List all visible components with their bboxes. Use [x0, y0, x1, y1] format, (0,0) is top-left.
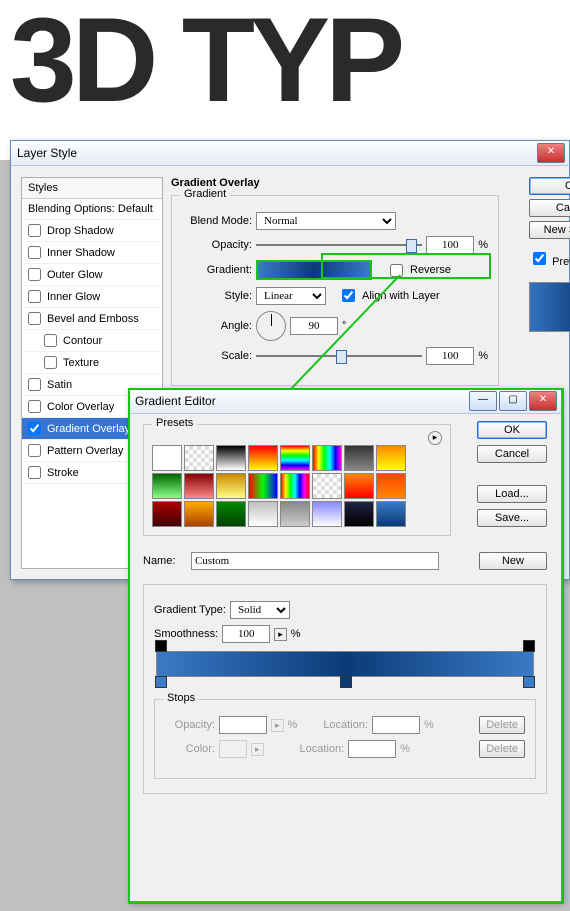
new-style-button[interactable]: New Style... [529, 221, 570, 239]
ok-button[interactable]: OK [529, 177, 570, 195]
preset-swatch[interactable] [248, 473, 278, 499]
style-checkbox[interactable] [44, 356, 57, 369]
chevron-down-icon[interactable]: ▸ [274, 628, 287, 641]
artwork-text: 3D TYP3D TYP [10, 0, 400, 120]
new-gradient-button[interactable]: New [479, 552, 547, 570]
preview-checkbox[interactable] [533, 252, 546, 265]
preset-swatch[interactable] [152, 501, 182, 527]
gradient-type-select[interactable]: Solid [230, 601, 290, 619]
style-checkbox[interactable] [28, 224, 41, 237]
delete-stop-button: Delete [479, 740, 525, 758]
cancel-button[interactable]: Cancel [477, 445, 547, 463]
opacity-stop[interactable] [523, 640, 535, 652]
close-icon[interactable]: ✕ [537, 143, 565, 163]
style-item[interactable]: Inner Glow [22, 286, 162, 308]
gradient-bar[interactable] [156, 651, 534, 677]
preset-swatch[interactable] [280, 473, 310, 499]
preset-swatch[interactable] [312, 473, 342, 499]
style-checkbox[interactable] [28, 290, 41, 303]
gradient-overlay-panel: Gradient Overlay Gradient Blend Mode: No… [171, 177, 499, 386]
styles-header[interactable]: Styles [22, 178, 162, 199]
preset-swatch[interactable] [184, 501, 214, 527]
cancel-button[interactable]: Cancel [529, 199, 570, 217]
style-item[interactable]: Drop Shadow [22, 220, 162, 242]
style-checkbox[interactable] [28, 400, 41, 413]
color-stop[interactable] [155, 676, 167, 688]
scale-slider[interactable] [256, 349, 422, 363]
opacity-input[interactable] [426, 236, 474, 254]
close-icon[interactable]: ✕ [529, 391, 557, 411]
smoothness-input[interactable] [222, 625, 270, 643]
style-checkbox[interactable] [28, 422, 41, 435]
blend-mode-select[interactable]: Normal [256, 212, 396, 230]
preset-swatch[interactable] [216, 473, 246, 499]
style-item[interactable]: Outer Glow [22, 264, 162, 286]
preset-swatch[interactable] [152, 445, 182, 471]
angle-input[interactable] [290, 317, 338, 335]
preset-swatch[interactable] [344, 445, 374, 471]
canvas-background: 3D TYP3D TYP [0, 0, 570, 160]
preset-swatch[interactable] [248, 501, 278, 527]
preset-swatch[interactable] [216, 445, 246, 471]
style-checkbox[interactable] [28, 466, 41, 479]
opacity-stop[interactable] [155, 640, 167, 652]
blending-options-item[interactable]: Blending Options: Default [22, 199, 162, 220]
reverse-checkbox[interactable] [390, 264, 403, 277]
stop-location-input [348, 740, 396, 758]
preset-grid [152, 445, 412, 527]
style-checkbox[interactable] [28, 312, 41, 325]
style-checkbox[interactable] [28, 444, 41, 457]
minimize-icon[interactable]: — [469, 391, 497, 411]
align-checkbox[interactable] [342, 289, 355, 302]
preset-swatch[interactable] [344, 473, 374, 499]
stop-location-input [372, 716, 420, 734]
group-label: Gradient [180, 188, 230, 200]
maximize-icon[interactable]: ▢ [499, 391, 527, 411]
preset-swatch[interactable] [152, 473, 182, 499]
preset-swatch[interactable] [376, 501, 406, 527]
preset-swatch[interactable] [344, 501, 374, 527]
opacity-slider[interactable] [256, 238, 422, 252]
ok-button[interactable]: OK [477, 421, 547, 439]
layer-style-titlebar[interactable]: Layer Style [11, 141, 569, 166]
presets-menu-icon[interactable]: ▸ [428, 431, 442, 445]
delete-stop-button: Delete [479, 716, 525, 734]
style-checkbox[interactable] [28, 378, 41, 391]
save-button[interactable]: Save... [477, 509, 547, 527]
color-stop[interactable] [523, 676, 535, 688]
scale-input[interactable] [426, 347, 474, 365]
preset-swatch[interactable] [376, 445, 406, 471]
gradient-style-select[interactable]: Linear [256, 287, 326, 305]
color-stop[interactable] [340, 676, 352, 688]
style-item[interactable]: Contour [22, 330, 162, 352]
preset-swatch[interactable] [312, 501, 342, 527]
load-button[interactable]: Load... [477, 485, 547, 503]
preset-swatch[interactable] [376, 473, 406, 499]
preset-swatch[interactable] [216, 501, 246, 527]
preset-swatch[interactable] [280, 501, 310, 527]
stop-opacity-input [219, 716, 267, 734]
gradient-picker[interactable] [256, 260, 372, 280]
angle-dial[interactable] [256, 311, 286, 341]
style-checkbox[interactable] [28, 268, 41, 281]
layer-style-buttons: OK Cancel New Style... Preview [529, 177, 570, 332]
style-item[interactable]: Inner Shadow [22, 242, 162, 264]
stops-label: Stops [163, 692, 199, 704]
gradient-name-input[interactable] [191, 552, 439, 570]
preset-swatch[interactable] [184, 473, 214, 499]
preset-swatch[interactable] [248, 445, 278, 471]
style-checkbox[interactable] [28, 246, 41, 259]
preset-swatch[interactable] [312, 445, 342, 471]
stop-color-swatch [219, 740, 247, 758]
preview-swatch [529, 282, 570, 332]
preset-swatch[interactable] [280, 445, 310, 471]
presets-label: Presets [152, 417, 197, 429]
style-item[interactable]: Texture [22, 352, 162, 374]
gradient-editor-window: Gradient Editor — ▢ ✕ OK Cancel Load... … [128, 388, 562, 902]
style-checkbox[interactable] [44, 334, 57, 347]
style-item[interactable]: Bevel and Emboss [22, 308, 162, 330]
preset-swatch[interactable] [184, 445, 214, 471]
